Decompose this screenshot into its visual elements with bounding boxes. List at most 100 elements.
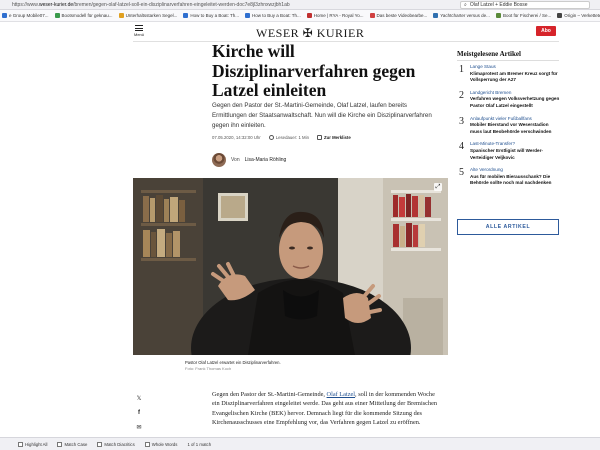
- bookmark-item[interactable]: Unterhaltsstarken Segel...: [118, 13, 178, 18]
- highlight-all-checkbox[interactable]: Highlight All: [18, 441, 47, 447]
- photo-credit: Foto: Frank Thomas Koch: [185, 366, 232, 371]
- publish-date: 07.05.2020, 14:32:00 Uhr: [212, 135, 261, 141]
- author-avatar[interactable]: [212, 153, 226, 167]
- most-read-title-link[interactable]: Klimaprotest am Bremer Kreuz sorgt für V…: [470, 71, 561, 84]
- most-read-list: 1 Lange Staus Klimaprotest am Bremer Kreuz…: [459, 64, 561, 193]
- body-link-olaf-latzel[interactable]: Olaf Latzel: [327, 391, 356, 398]
- bookmark-label: Yachtcharter versus de...: [440, 13, 490, 18]
- bookmark-item[interactable]: Boot für Fischerei / Se...: [495, 13, 552, 18]
- watchlist-button[interactable]: Zur Merkliste: [316, 135, 351, 141]
- all-articles-button[interactable]: ALLE ARTIKEL: [457, 219, 559, 235]
- hamburger-icon: [135, 25, 143, 31]
- most-read-title-link[interactable]: Spanischer Erstligist will Werder-Vertei…: [470, 148, 561, 161]
- bookmark-label: Das beste Videobearbe...: [376, 13, 428, 18]
- most-read-item[interactable]: 4 Last-Minute-Transfer? Spanischer Erstlig…: [459, 141, 561, 161]
- bookmark-label: e Group Mobile07...: [9, 13, 49, 18]
- favicon-icon: [495, 13, 501, 18]
- browser-url-bar: https://www.weser-kurier.de/bremen/gegen…: [0, 0, 600, 10]
- bookmark-item[interactable]: How to Buy a Boat: Th...: [183, 13, 239, 18]
- expand-icon[interactable]: ⤢: [434, 183, 442, 191]
- share-bar: 𝕏 f ✉: [134, 395, 144, 431]
- find-input[interactable]: ⌕ Olaf Latzel + Eddie Bosse: [460, 0, 590, 9]
- most-read-title-link[interactable]: Verfahren wegen Volksverhetzung gegen Pa…: [470, 96, 561, 109]
- bookmark-item[interactable]: How to Buy a Boat: Th...: [245, 13, 301, 18]
- find-bar: Highlight All Match Case Match Diacritic…: [0, 437, 600, 450]
- most-read-text: Anlaufpunkt vieler Fußballfans Mobiler Bi…: [470, 116, 561, 136]
- article-meta: 07.05.2020, 14:32:00 Uhr Lesedauer: 1 Mi…: [212, 135, 442, 141]
- search-icon: ⌕: [464, 1, 467, 8]
- bookmarks-toolbar: e Group Mobile07... Bootsmodell für gekna…: [0, 10, 600, 22]
- rank-number: 1: [459, 64, 464, 75]
- most-read-text: Landgericht Bremen Verfahren wegen Volksv…: [470, 90, 561, 110]
- abo-button[interactable]: Abo: [536, 26, 556, 36]
- sidebar-divider: [457, 60, 559, 61]
- rank-number: 5: [459, 167, 464, 179]
- bookmark-label: Home | RYA - Royal Yo...: [313, 13, 364, 18]
- article-headline: Kirche will Disziplinarverfahren gegen L…: [212, 41, 416, 100]
- photo-caption: Pastor Olaf Latzel erwartet ein Diszipli…: [185, 360, 281, 365]
- bookmark-label: How to Buy a Boat: Th...: [190, 13, 240, 18]
- favicon-icon: [54, 13, 60, 18]
- most-read-item[interactable]: 5 Alte Verordnung Aus für mobilen Bierauss…: [459, 167, 561, 187]
- menu-button[interactable]: Menü: [133, 25, 145, 37]
- x-share-icon[interactable]: 𝕏: [137, 395, 142, 402]
- find-query: Olaf Latzel + Eddie Bosse: [469, 1, 528, 8]
- bookmark-item[interactable]: Bootsmodell für geknau...: [54, 13, 113, 18]
- most-read-item[interactable]: 2 Landgericht Bremen Verfahren wegen Volks…: [459, 90, 561, 110]
- author-name[interactable]: Lisa-Maria Röhling: [245, 157, 287, 163]
- bookmark-label: Unterhaltsstarken Segel...: [125, 13, 178, 18]
- most-read-item[interactable]: 3 Anlaufpunkt vieler Fußballfans Mobiler B…: [459, 116, 561, 136]
- article-body: Gegen den Pastor der St.-Martini-Gemeind…: [212, 390, 444, 427]
- site-logo[interactable]: WESER ✠ KURIER: [256, 26, 364, 41]
- menu-label: Menü: [133, 32, 144, 37]
- photo-illustration: [133, 178, 448, 355]
- bookmark-icon: [316, 135, 322, 141]
- facebook-share-icon[interactable]: f: [138, 410, 140, 416]
- bookmark-label: Boot für Fischerei / Se...: [502, 13, 552, 18]
- rank-number: 2: [459, 89, 464, 101]
- address-field[interactable]: https://www.weser-kurier.de/bremen/gegen…: [0, 2, 460, 8]
- url-domain: weser-kurier.de: [38, 1, 74, 8]
- favicon-icon: [306, 13, 312, 18]
- site-header: Menü WESER ✠ KURIER Abo: [0, 22, 600, 42]
- favicon-icon: [369, 13, 375, 18]
- bookmark-label: Bootsmodell für geknau...: [61, 13, 113, 18]
- match-diacritics-checkbox[interactable]: Match Diacritics: [97, 441, 135, 447]
- url-prefix: https://www.: [12, 1, 39, 8]
- favicon-icon: [245, 13, 251, 18]
- most-read-kicker: Last-Minute-Transfer?: [470, 141, 516, 147]
- match-case-checkbox[interactable]: Match Case: [57, 441, 87, 447]
- most-read-text: Lange Staus Klimaprotest am Bremer Kreuz …: [470, 64, 561, 84]
- most-read-kicker: Alte Verordnung: [470, 167, 503, 173]
- read-time: Lesedauer: 1 Min: [268, 135, 309, 141]
- most-read-text: Alte Verordnung Aus für mobilen Bieraussc…: [470, 167, 561, 187]
- bookmark-label: Origin – Verkettete…: [564, 13, 600, 18]
- url-path: /bremen/gegen-olaf-latzel-soll-ein-diszi…: [73, 1, 290, 8]
- most-read-title-link[interactable]: Aus für mobilen Bierausschank? Die Behör…: [470, 174, 561, 187]
- favicon-icon: [2, 13, 7, 18]
- most-read-title: Meistgelesene Artikel: [457, 50, 521, 58]
- bookmark-label: How to Buy a Boat: Th...: [252, 13, 301, 18]
- find-result-count: 1 of 1 match: [187, 441, 212, 447]
- author-prefix: Von: [231, 157, 240, 163]
- mail-share-icon[interactable]: ✉: [136, 424, 141, 431]
- bookmark-item[interactable]: Home | RYA - Royal Yo...: [306, 13, 364, 18]
- favicon-icon: [433, 13, 439, 18]
- rank-number: 4: [459, 141, 464, 153]
- article-lead: Gegen den Pastor der St.-Martini-Gemeind…: [212, 102, 432, 129]
- article-photo[interactable]: [133, 178, 448, 355]
- clock-icon: [268, 135, 274, 141]
- bookmark-item[interactable]: Yachtcharter versus de...: [433, 13, 490, 18]
- bookmark-item[interactable]: Origin – Verkettete…: [557, 13, 600, 18]
- author-byline: Von Lisa-Maria Röhling: [212, 153, 286, 167]
- whole-words-checkbox[interactable]: Whole Words: [144, 441, 177, 447]
- bookmark-item[interactable]: e Group Mobile07...: [2, 13, 49, 18]
- favicon-icon: [557, 13, 563, 18]
- most-read-item[interactable]: 1 Lange Staus Klimaprotest am Bremer Kreuz…: [459, 64, 561, 84]
- most-read-text: Last-Minute-Transfer? Spanischer Erstligi…: [470, 141, 561, 161]
- most-read-kicker: Lange Staus: [470, 64, 496, 69]
- favicon-icon: [118, 13, 124, 18]
- most-read-title-link[interactable]: Mobiler Bierstand vor Weserstadion muss …: [470, 122, 561, 135]
- most-read-kicker: Landgericht Bremen: [470, 89, 512, 95]
- bookmark-item[interactable]: Das beste Videobearbe...: [369, 13, 428, 18]
